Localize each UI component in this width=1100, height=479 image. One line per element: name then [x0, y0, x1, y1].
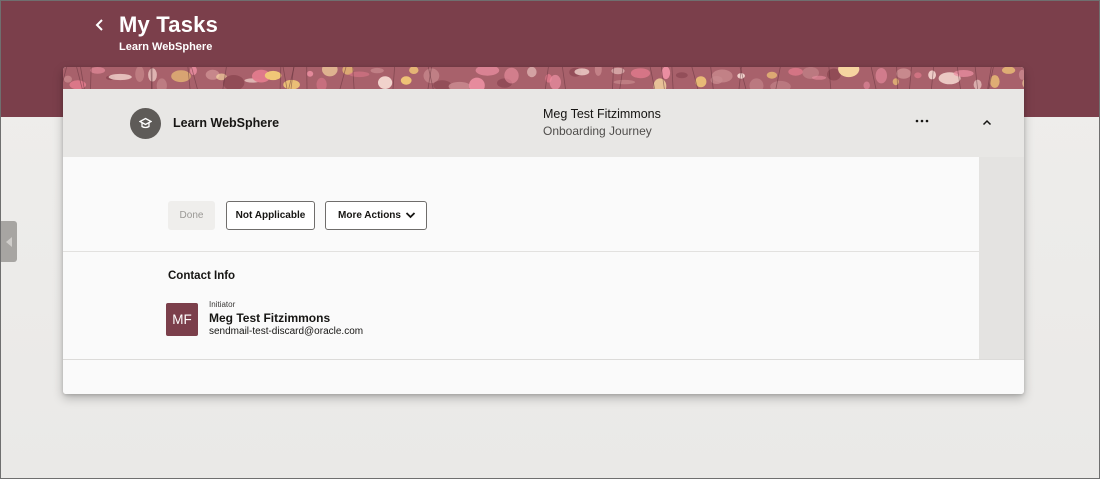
not-applicable-button[interactable]: Not Applicable	[226, 201, 315, 230]
contact-info-heading: Contact Info	[168, 270, 236, 282]
more-actions-button[interactable]: More Actions	[325, 201, 427, 230]
caret-left-icon	[6, 236, 12, 247]
task-name: Learn WebSphere	[173, 116, 280, 130]
app-frame: My Tasks Learn WebSphere Learn WebSphere…	[0, 0, 1100, 479]
contact-email[interactable]: sendmail-test-discard@oracle.com	[209, 326, 363, 337]
chevron-down-icon	[405, 212, 416, 219]
task-type-badge	[130, 108, 161, 139]
back-button[interactable]	[91, 16, 109, 34]
task-header[interactable]: Learn WebSphere Meg Test Fitzimmons Onbo…	[63, 89, 1024, 157]
more-options-button[interactable]	[910, 114, 934, 128]
task-card: Learn WebSphere Meg Test Fitzimmons Onbo…	[63, 67, 1024, 394]
chevron-left-icon	[95, 19, 103, 31]
more-horizontal-icon	[915, 119, 929, 123]
page-title: My Tasks	[119, 12, 219, 37]
avatar: MF	[166, 303, 198, 336]
contact-name: Meg Test Fitzimmons	[209, 311, 331, 325]
graduation-cap-icon	[139, 117, 152, 129]
section-divider	[63, 251, 979, 252]
scrollbar[interactable]	[979, 157, 1024, 360]
side-panel-toggle[interactable]	[1, 221, 17, 262]
done-button[interactable]: Done	[168, 201, 215, 230]
chevron-up-icon	[982, 119, 992, 125]
journey-name: Onboarding Journey	[543, 124, 652, 138]
contact-role: Initiator	[209, 300, 236, 309]
page-subtitle: Learn WebSphere	[119, 41, 213, 53]
more-actions-label: More Actions	[338, 210, 401, 221]
card-footer	[63, 360, 1024, 394]
decorative-pattern	[63, 67, 1024, 89]
assignee-name: Meg Test Fitzimmons	[543, 107, 661, 121]
collapse-button[interactable]	[977, 115, 997, 129]
